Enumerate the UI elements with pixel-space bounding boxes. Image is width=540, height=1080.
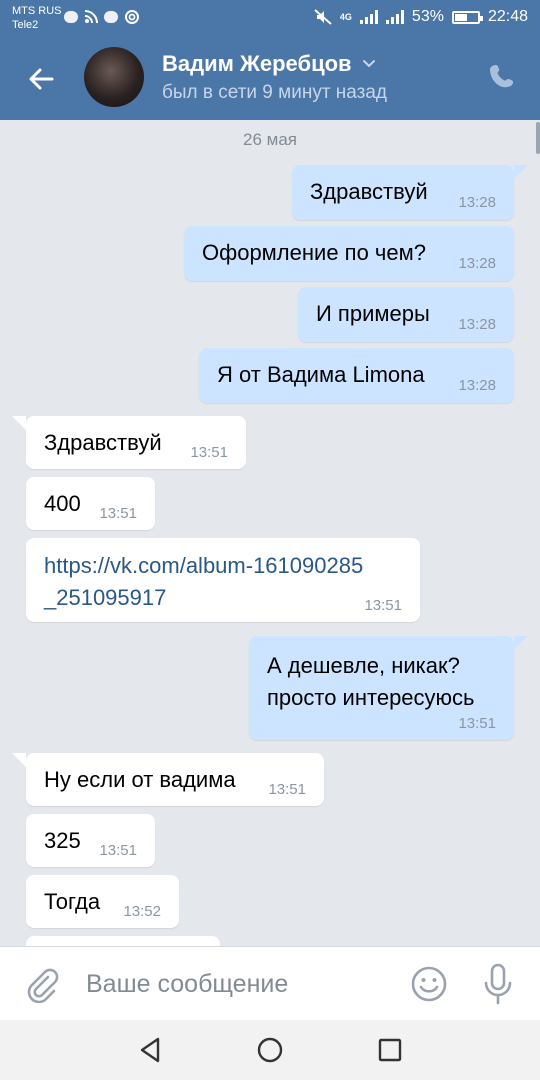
signal-icon-1 <box>359 10 378 24</box>
recents-square-icon[interactable] <box>374 1034 406 1066</box>
bubble-tail <box>12 753 26 767</box>
scrollbar[interactable] <box>536 122 540 154</box>
avatar[interactable] <box>84 47 144 107</box>
message-text: Ну если от вадима <box>44 767 236 792</box>
last-seen-status: был в сети 9 минут назад <box>162 82 388 103</box>
status-right: 4G 53% 22:48 <box>314 8 528 26</box>
message-outgoing[interactable]: А дешевле, никак? просто интересуюсь 13:… <box>249 636 514 740</box>
message-outgoing[interactable]: И примеры 13:28 <box>298 287 514 342</box>
message-text: 400 <box>44 491 81 516</box>
message-input[interactable]: Ваше сообщение <box>86 970 288 999</box>
bubble-tail <box>12 416 26 430</box>
message-incoming[interactable]: Здравствуй 13:51 <box>26 416 246 469</box>
at-icon <box>125 10 139 24</box>
message-text: Я от Вадима Limona <box>217 362 425 387</box>
microphone-icon[interactable] <box>482 963 514 1005</box>
carrier-labels: MTS RUS Tele2 <box>12 4 62 32</box>
status-bar: MTS RUS Tele2 4G 53% 22:48 <box>0 0 540 36</box>
message-outgoing[interactable]: Здравствуй 13:28 <box>292 165 514 220</box>
date-separator: 26 мая <box>243 130 297 149</box>
smile-icon[interactable] <box>410 965 448 1003</box>
chevron-down-icon[interactable] <box>362 59 376 69</box>
message-text: Здравствуй <box>310 179 428 204</box>
link-line-1[interactable]: https://vk.com/album-161090285 <box>44 550 363 582</box>
message-incoming[interactable]: Ну если от вадима 13:51 <box>26 753 324 806</box>
phone-icon[interactable] <box>488 62 518 92</box>
rss-icon <box>84 10 98 24</box>
system-navigation-bar <box>0 1020 540 1080</box>
message-text: Здравствуй <box>44 430 162 455</box>
battery-icon <box>451 10 483 24</box>
carrier-1: MTS RUS <box>12 5 62 17</box>
message-text: И примеры <box>316 301 430 326</box>
message-incoming[interactable]: https://vk.com/album-161090285 _25109591… <box>26 538 420 622</box>
message-time: 13:28 <box>458 194 496 211</box>
carrier-2: Tele2 <box>12 19 39 31</box>
link-line-2[interactable]: _251095917 <box>44 582 363 614</box>
message-time: 13:28 <box>458 377 496 394</box>
signal-icon-2 <box>385 10 404 24</box>
bubble-tail <box>514 636 528 650</box>
chat-notification-icon <box>104 11 118 23</box>
message-text: Тогда <box>44 889 101 914</box>
battery-percent: 53% <box>411 8 444 25</box>
chat-header: Вадим Жеребцов был в сети 9 минут назад <box>0 36 540 120</box>
message-incoming[interactable]: 325 13:51 <box>26 814 155 867</box>
message-outgoing[interactable]: Оформление по чем? 13:28 <box>184 226 514 281</box>
message-time: 13:28 <box>458 316 496 333</box>
message-notification-icon <box>64 11 78 23</box>
network-type: 4G <box>339 12 352 22</box>
mute-icon <box>314 9 332 25</box>
home-circle-icon[interactable] <box>254 1034 286 1066</box>
message-incoming-partial[interactable] <box>26 936 220 946</box>
paperclip-icon[interactable] <box>24 967 60 1003</box>
arrow-left-icon[interactable] <box>26 64 56 94</box>
message-text: 325 <box>44 828 81 853</box>
contact-name[interactable]: Вадим Жеребцов <box>162 51 352 77</box>
bubble-tail <box>514 165 528 179</box>
message-incoming[interactable]: Тогда 13:52 <box>26 875 179 928</box>
back-triangle-icon[interactable] <box>134 1034 166 1066</box>
message-time: 13:28 <box>458 255 496 272</box>
notification-icons <box>64 9 140 25</box>
message-time: 13:51 <box>190 444 228 461</box>
message-time: 13:51 <box>99 505 137 522</box>
message-text-line-2: просто интересуюсь <box>267 685 475 710</box>
message-composer: Ваше сообщение <box>0 946 540 1021</box>
message-time: 13:51 <box>364 597 402 614</box>
message-link[interactable]: https://vk.com/album-161090285 _25109591… <box>44 550 363 614</box>
message-text-line-1: А дешевле, никак? <box>267 653 460 678</box>
message-time: 13:51 <box>458 715 496 732</box>
clock: 22:48 <box>487 8 528 25</box>
message-time: 13:51 <box>99 842 137 859</box>
message-text: Оформление по чем? <box>202 240 426 265</box>
message-list[interactable]: 26 мая Здравствуй 13:28 Оформление по че… <box>0 120 540 946</box>
message-text-block: А дешевле, никак? просто интересуюсь <box>267 650 475 714</box>
message-time: 13:52 <box>123 903 161 920</box>
message-outgoing[interactable]: Я от Вадима Limona 13:28 <box>199 348 514 403</box>
contact-name-row[interactable]: Вадим Жеребцов <box>162 51 376 77</box>
message-time: 13:51 <box>268 781 306 798</box>
message-incoming[interactable]: 400 13:51 <box>26 477 155 530</box>
